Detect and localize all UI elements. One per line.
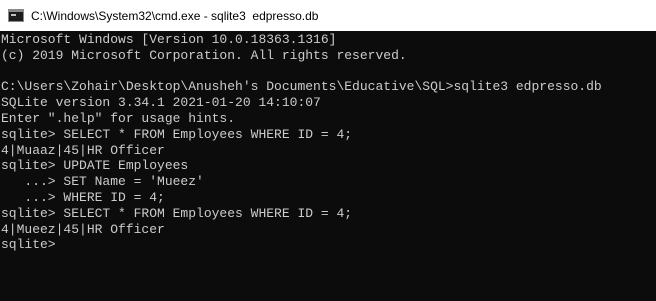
console-line: sqlite> UPDATE Employees bbox=[1, 158, 189, 174]
window-title: C:\Windows\System32\cmd.exe - sqlite3 ed… bbox=[31, 8, 319, 23]
console-line: 4|Muaaz|45|HR Officer bbox=[1, 142, 165, 158]
console-line: sqlite> SELECT * FROM Employees WHERE ID… bbox=[1, 205, 353, 221]
console-line: Microsoft Windows [Version 10.0.18363.13… bbox=[1, 32, 337, 47]
cmd-icon[interactable] bbox=[8, 9, 24, 22]
cmd-window: C:\Windows\System32\cmd.exe - sqlite3 ed… bbox=[0, 0, 656, 301]
console-line: ...> SET Name = 'Mueez' bbox=[1, 174, 204, 190]
console-line: ...> WHERE ID = 4; bbox=[1, 189, 165, 205]
console-prompt: sqlite> bbox=[1, 237, 64, 253]
title-bar[interactable]: C:\Windows\System32\cmd.exe - sqlite3 ed… bbox=[0, 0, 656, 31]
console-line: C:\Users\Zohair\Desktop\Anusheh's Docume… bbox=[1, 79, 602, 95]
console-line: sqlite> SELECT * FROM Employees WHERE ID… bbox=[1, 126, 353, 142]
console-line: Enter ".help" for usage hints. bbox=[1, 110, 236, 126]
console-line: (c) 2019 Microsoft Corporation. All righ… bbox=[1, 47, 407, 63]
console-prompt-line[interactable]: sqlite> bbox=[1, 237, 656, 253]
console-line: SQLite version 3.34.1 2021-01-20 14:10:0… bbox=[1, 95, 321, 111]
console-line: 4|Mueez|45|HR Officer bbox=[1, 221, 165, 237]
console-output[interactable]: Microsoft Windows [Version 10.0.18363.13… bbox=[0, 31, 656, 301]
